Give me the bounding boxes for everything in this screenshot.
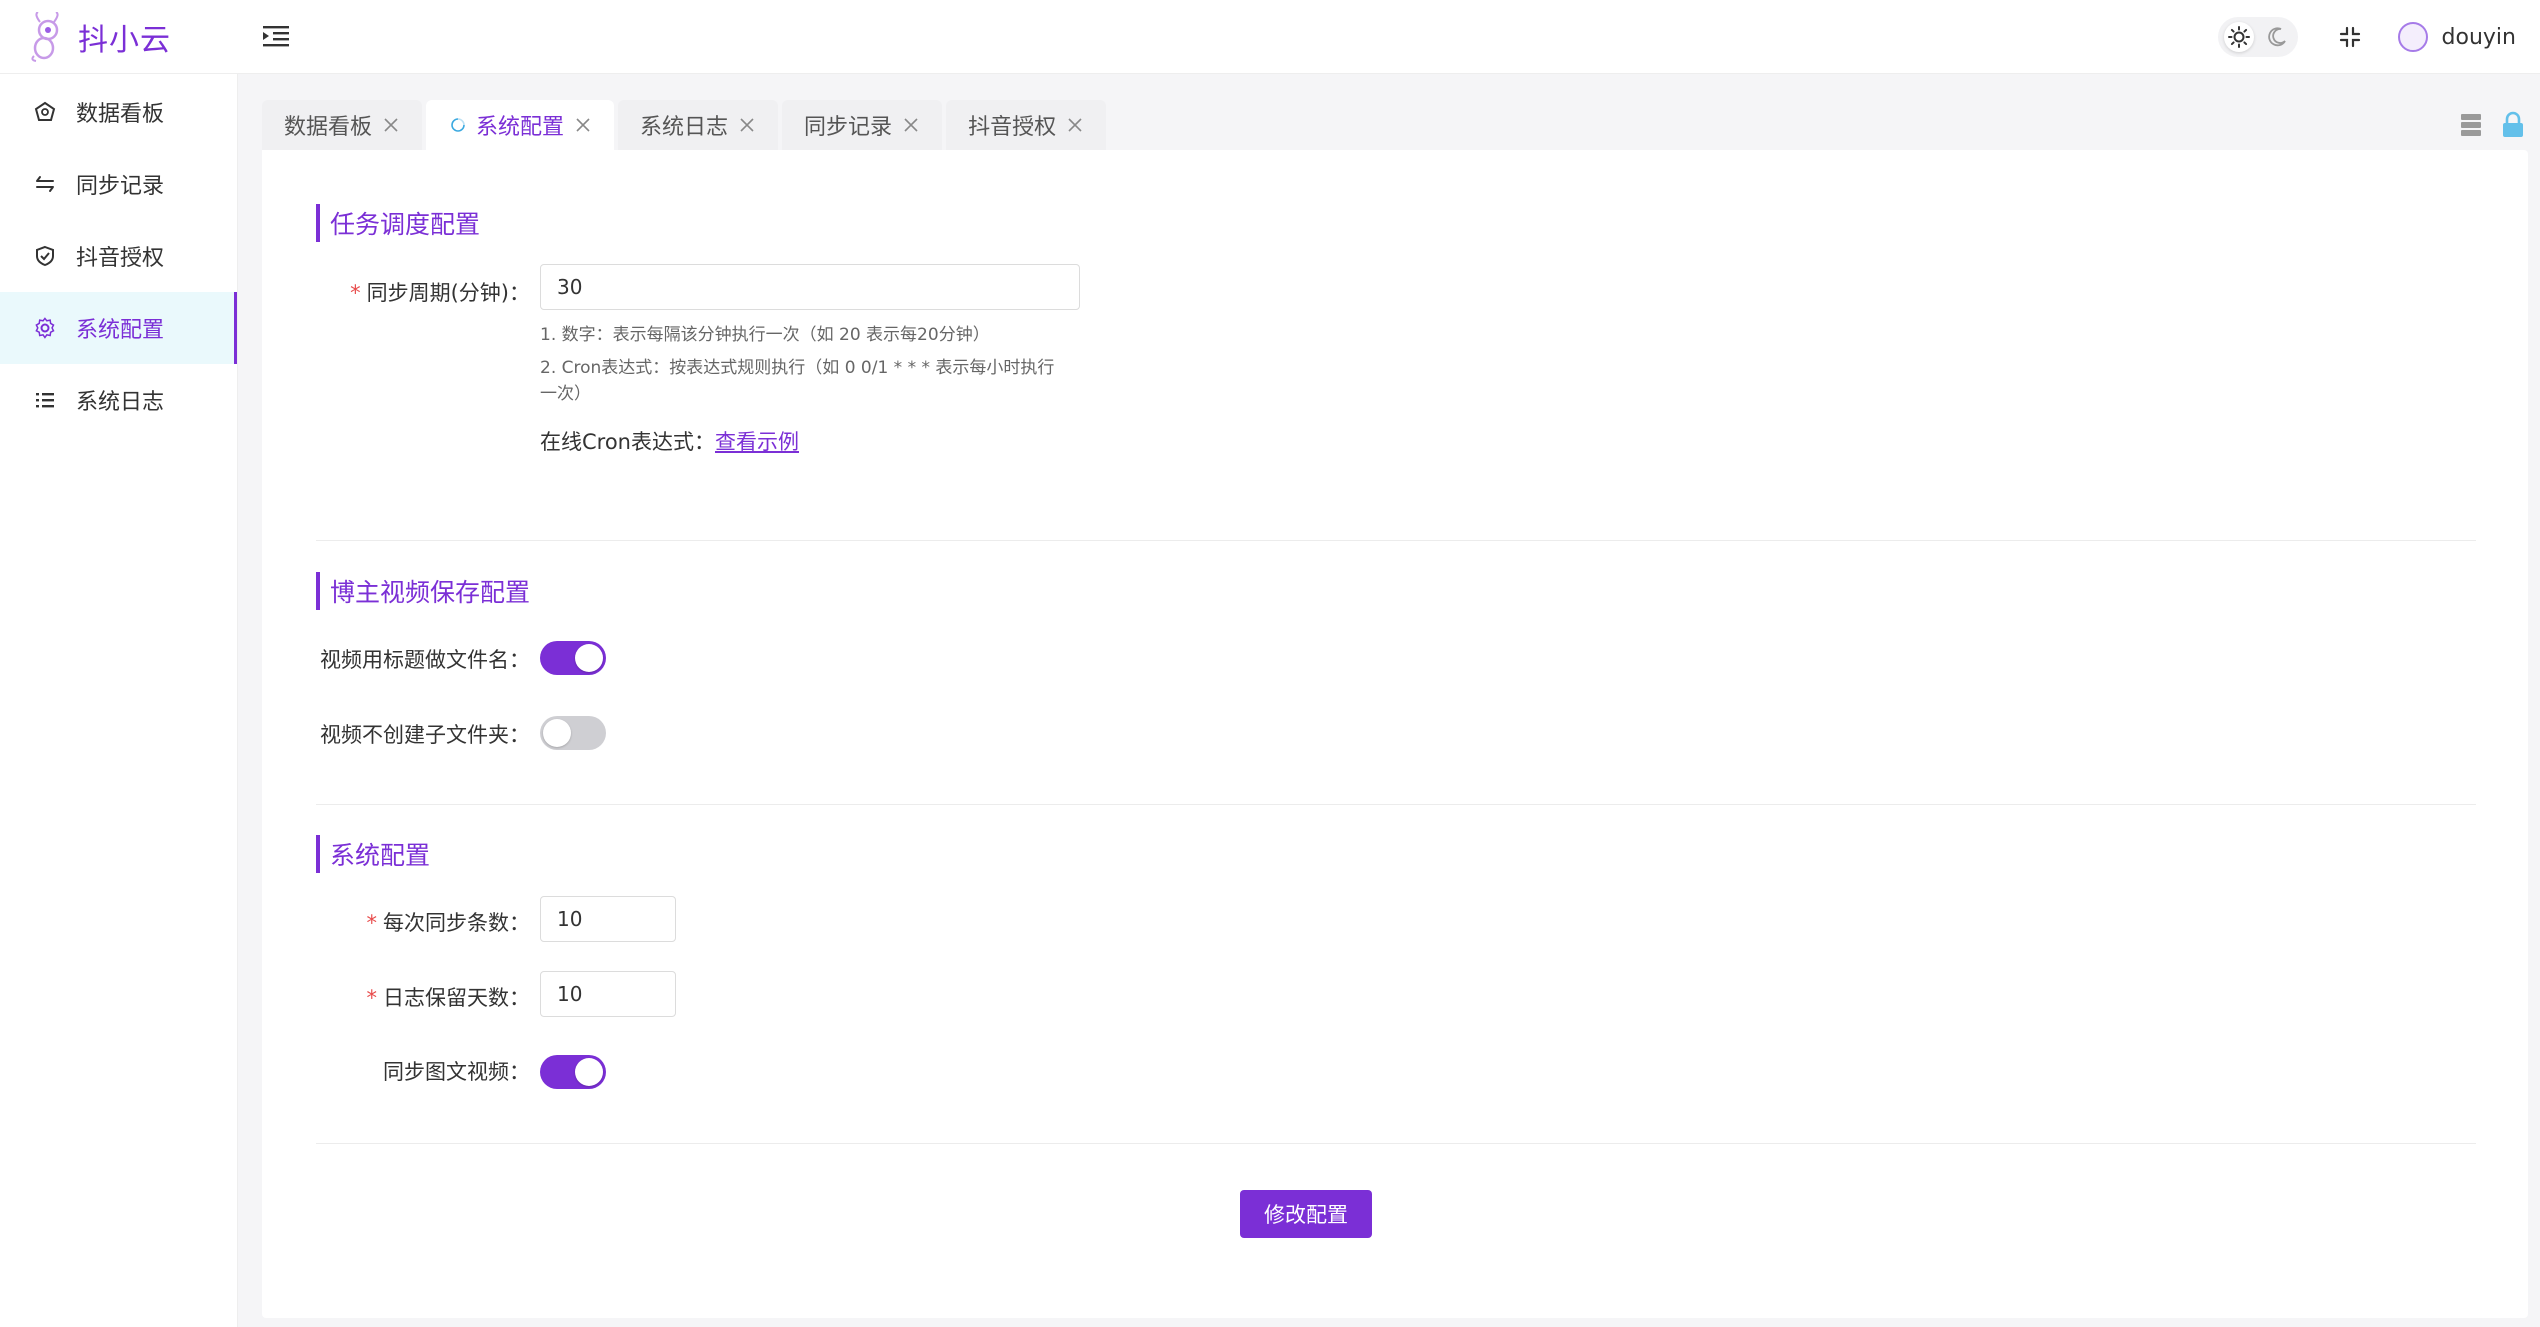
sidebar-item-label: 同步记录 bbox=[76, 174, 165, 199]
sidebar: 数据看板 同步记录 抖音授权 系统配置 系统日志 bbox=[0, 74, 238, 1327]
sync-icon bbox=[32, 171, 58, 197]
switch-knob bbox=[575, 1058, 603, 1086]
sidebar-item-system-log[interactable]: 系统日志 bbox=[0, 364, 237, 436]
dashboard-icon bbox=[32, 99, 58, 125]
light-mode-button[interactable] bbox=[2223, 22, 2254, 52]
sidebar-item-douyin-auth[interactable]: 抖音授权 bbox=[0, 220, 237, 292]
tab-bar: 数据看板 系统配置 系统日志 同步记录 抖音授权 bbox=[262, 100, 1110, 150]
menu-toggle-button[interactable] bbox=[258, 18, 294, 54]
close-icon[interactable] bbox=[902, 116, 920, 134]
refresh-icon[interactable] bbox=[448, 115, 468, 135]
title-as-filename-switch[interactable] bbox=[540, 641, 606, 675]
tab-label: 抖音授权 bbox=[968, 115, 1057, 140]
username: douyin bbox=[2441, 24, 2516, 50]
log-days-label: * 日志保留天数： bbox=[366, 986, 531, 1010]
sidebar-item-label: 抖音授权 bbox=[76, 246, 165, 271]
sync-image-video-label: 同步图文视频： bbox=[383, 1060, 530, 1084]
menu-fold-icon bbox=[263, 26, 289, 47]
section-title-schedule: 任务调度配置 bbox=[316, 204, 480, 242]
period-label: * 同步周期(分钟)： bbox=[350, 281, 530, 305]
required-mark: * bbox=[366, 911, 378, 935]
lock-icon bbox=[2503, 111, 2523, 137]
shield-icon bbox=[32, 243, 58, 269]
online-cron-label: 在线Cron表达式： bbox=[540, 430, 715, 454]
dark-mode-button[interactable] bbox=[2262, 22, 2292, 52]
divider bbox=[316, 1143, 2476, 1144]
sidebar-item-sync-records[interactable]: 同步记录 bbox=[0, 148, 237, 220]
app-name: 抖小云 bbox=[78, 22, 171, 58]
section-title-video: 博主视频保存配置 bbox=[316, 572, 530, 610]
sync-image-video-switch[interactable] bbox=[540, 1055, 606, 1089]
switch-knob bbox=[543, 719, 571, 747]
stack-menu-button[interactable] bbox=[2456, 110, 2486, 140]
close-icon[interactable] bbox=[382, 116, 400, 134]
config-form-card: 任务调度配置 *同步周期(分钟)： 1. 数字：表示每隔该分钟执行一次（如 20… bbox=[262, 150, 2528, 1318]
tab-system-config[interactable]: 系统配置 bbox=[426, 100, 615, 150]
online-cron-line: 在线Cron表达式：查看示例 bbox=[540, 426, 799, 456]
user-menu[interactable]: douyin bbox=[2397, 22, 2516, 52]
required-mark: * bbox=[366, 986, 378, 1010]
sidebar-item-system-config[interactable]: 系统配置 bbox=[0, 292, 237, 364]
tab-label: 系统配置 bbox=[476, 115, 565, 140]
log-retention-days-input[interactable] bbox=[540, 971, 676, 1017]
tab-sync-records[interactable]: 同步记录 bbox=[782, 100, 943, 150]
close-icon[interactable] bbox=[1066, 116, 1084, 134]
sidebar-item-dashboard[interactable]: 数据看板 bbox=[0, 76, 237, 148]
gear-icon bbox=[32, 315, 58, 341]
divider bbox=[316, 540, 2476, 541]
sidebar-item-label: 数据看板 bbox=[76, 102, 165, 127]
sun-icon bbox=[2227, 26, 2250, 48]
fullscreen-button[interactable] bbox=[2330, 17, 2370, 57]
sync-period-input[interactable] bbox=[540, 264, 1080, 310]
moon-icon bbox=[2267, 27, 2286, 47]
per-sync-label: * 每次同步条数： bbox=[366, 911, 531, 935]
tab-label: 同步记录 bbox=[804, 115, 893, 140]
lock-button[interactable] bbox=[2498, 110, 2528, 140]
per-sync-count-input[interactable] bbox=[540, 896, 676, 942]
sidebar-item-label: 系统日志 bbox=[76, 390, 165, 415]
section-title-system: 系统配置 bbox=[316, 835, 430, 873]
switch-knob bbox=[575, 644, 603, 672]
view-example-link[interactable]: 查看示例 bbox=[715, 430, 799, 454]
list-icon bbox=[32, 387, 58, 413]
tab-dashboard[interactable]: 数据看板 bbox=[262, 100, 423, 150]
logo-icon bbox=[31, 11, 59, 62]
tab-tools bbox=[2456, 110, 2540, 140]
no-subfolder-label: 视频不创建子文件夹： bbox=[320, 723, 530, 747]
stack-icon bbox=[2461, 114, 2481, 136]
fullscreen-icon bbox=[2339, 26, 2360, 48]
required-mark: * bbox=[350, 281, 361, 305]
title-as-filename-label: 视频用标题做文件名： bbox=[320, 648, 530, 672]
divider bbox=[316, 804, 2476, 805]
tab-label: 系统日志 bbox=[640, 115, 729, 140]
top-header: 抖小云 douyin bbox=[0, 0, 2540, 74]
period-hint-2: 2. Cron表达式：按表达式规则执行（如 0 0/1 * * * 表示每小时执… bbox=[540, 358, 1055, 404]
tab-system-log[interactable]: 系统日志 bbox=[618, 100, 779, 150]
close-icon[interactable] bbox=[738, 116, 756, 134]
no-subfolder-switch[interactable] bbox=[540, 716, 606, 750]
period-hint-1: 1. 数字：表示每隔该分钟执行一次（如 20 表示每20分钟） bbox=[540, 325, 990, 345]
tab-label: 数据看板 bbox=[284, 115, 373, 140]
avatar bbox=[2397, 22, 2428, 52]
theme-switch[interactable] bbox=[2217, 17, 2298, 57]
tab-douyin-auth[interactable]: 抖音授权 bbox=[946, 100, 1107, 150]
close-icon[interactable] bbox=[574, 116, 592, 134]
save-config-button[interactable]: 修改配置 bbox=[1240, 1190, 1372, 1238]
sidebar-item-label: 系统配置 bbox=[76, 318, 165, 343]
app-logo[interactable]: 抖小云 bbox=[0, 0, 236, 74]
